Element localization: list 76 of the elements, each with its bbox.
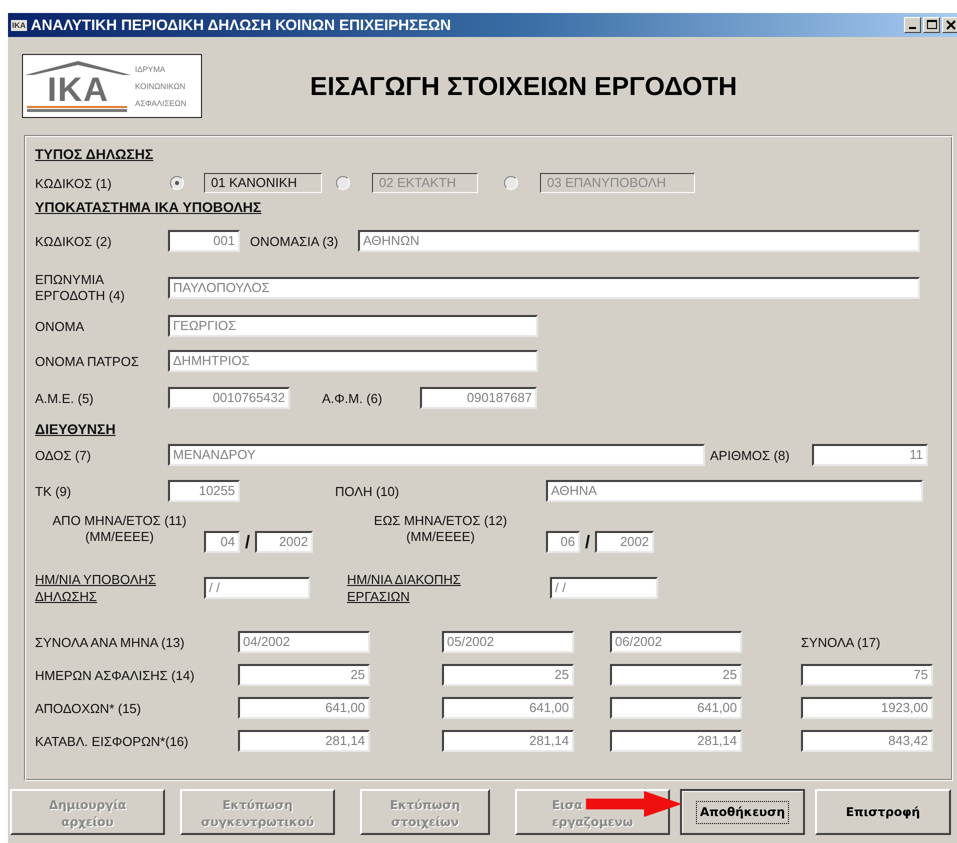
radio-button[interactable] <box>336 176 350 190</box>
value-field[interactable]: 281,14 <box>610 730 742 752</box>
total-field[interactable]: 75 <box>801 664 933 686</box>
field-label: ΟΝΟΜΑ ΠΑΤΡΟΣ <box>35 354 140 368</box>
first-name-field[interactable]: ΓΕΩΡΓΙΟΣ <box>168 315 538 337</box>
close-button[interactable] <box>942 17 957 33</box>
row-label: ΗΜΕΡΩΝ ΑΣΦΑΛΙΣΗΣ (14) <box>35 668 196 682</box>
section-title: ΤΥΠΟΣ ΔΗΛΩΣΗΣ <box>35 146 154 164</box>
section-title: ΔΙΕΥΘΥΝΣΗ <box>35 421 116 439</box>
field-label: ΟΝΟΜΑ <box>35 318 86 334</box>
postcode-field[interactable]: 10255 <box>168 480 240 502</box>
code-field[interactable]: 001 <box>168 230 240 252</box>
maximize-icon <box>926 20 936 30</box>
month-field[interactable]: 04 <box>204 531 240 553</box>
afm-field[interactable]: 090187687 <box>420 387 537 409</box>
page-heading: ΕΙΣΑΓΩΓΗ ΣΤΟΙΧΕΙΩΝ ΕΡΓΟΔΟΤΗ <box>310 70 737 102</box>
separator-text: / <box>584 532 591 553</box>
name-field[interactable]: ΑΘΗΝΩΝ <box>358 230 920 252</box>
action-button[interactable]: Αποθήκευση <box>680 789 805 835</box>
option-box: 03 ΕΠΑΝΥΠΟΒΟΛΗ <box>540 173 695 193</box>
value-field[interactable]: 641,00 <box>238 697 370 719</box>
value-field[interactable]: 281,14 <box>238 730 370 752</box>
separator-text: / <box>244 532 251 553</box>
row-label: ΑΠΟΔΟΧΩΝ* (15) <box>35 700 142 716</box>
year-field[interactable]: 2002 <box>595 531 654 553</box>
field-label: ΕΠΩΝΥΜΙΑ ΕΡΓΟΔΟΤΗ (4) <box>35 272 126 304</box>
month-field[interactable]: 06/2002 <box>610 631 742 653</box>
value-field[interactable]: 641,00 <box>610 697 742 719</box>
field-label: ΑΡΙΘΜΟΣ (8) <box>709 448 791 462</box>
value-field[interactable]: 641,00 <box>442 697 574 719</box>
city-field[interactable]: ΑΘΗΝΑ <box>546 480 923 502</box>
month-field[interactable]: 06 <box>546 531 580 553</box>
field-label: Α.Μ.Ε. (5) <box>35 390 95 406</box>
street-field[interactable]: ΜΕΝΑΝΔΡΟΥ <box>168 444 705 466</box>
date-field[interactable]: / / <box>550 577 658 599</box>
value-field[interactable]: 25 <box>610 664 742 686</box>
field-label: ΚΩΔΙΚΟΣ (2) <box>35 234 113 248</box>
field-label: ΗΜ/ΝΙΑ ΥΠΟΒΟΛΗΣ ΔΗΛΩΣΗΣ <box>35 571 157 605</box>
field-label: ΑΠΟ ΜΗΝΑ/ΕΤΟΣ (11) (ΜΜ/ΕΕΕΕ) <box>52 513 188 545</box>
close-icon <box>946 20 956 30</box>
date-field[interactable]: / / <box>204 577 310 599</box>
field-label: ΚΩΔΙΚΟΣ (1) <box>35 176 113 190</box>
minimize-button[interactable] <box>904 17 921 33</box>
section-title: ΥΠΟΚΑΤΑΣΤΗΜΑ ΙΚΑ ΥΠΟΒΟΛΗΣ <box>35 199 262 217</box>
field-label: ΟΝΟΜΑΣΙΑ (3) <box>249 234 340 248</box>
option-box: 01 ΚΑΝΟΝΙΚΗ <box>204 173 322 193</box>
row-label: ΣΥΝΟΛΑ ΑΝΑ ΜΗΝΑ (13) <box>35 634 186 650</box>
value-field[interactable]: 25 <box>442 664 574 686</box>
logo: IKA ΙΔΡΥΜΑ ΚΟΙΝΩΝΙΚΩΝ ΑΣΦΑΛΙΣΕΩΝ <box>22 54 202 118</box>
month-field[interactable]: 05/2002 <box>442 631 574 653</box>
month-field[interactable]: 04/2002 <box>238 631 370 653</box>
option-box: 02 ΕΚΤΑΚΤΗ <box>372 173 478 193</box>
father-name-field[interactable]: ΔΗΜΗΤΡΙΟΣ <box>168 350 538 372</box>
field-label: ΗΜ/ΝΙΑ ΔΙΑΚΟΠΗΣ ΕΡΓΑΣΙΩΝ <box>346 571 462 605</box>
column-heading: ΣΥΝΟΛΑ (17) <box>801 634 882 650</box>
app-icon: IKA <box>11 20 27 30</box>
action-button[interactable]: Επιστροφή <box>815 789 951 835</box>
number-field[interactable]: 11 <box>812 444 928 466</box>
row-label: ΚΑΤΑΒΛ. ΕΙΣΦΟΡΩΝ*(16) <box>35 734 190 748</box>
field-label: ΟΔΟΣ (7) <box>35 448 92 462</box>
year-field[interactable]: 2002 <box>255 531 313 553</box>
radio-button[interactable] <box>504 176 518 190</box>
field-label: ΤΚ (9) <box>35 484 72 498</box>
minimize-icon <box>909 27 916 29</box>
surname-field[interactable]: ΠΑΥΛΟΠΟΥΛΟΣ <box>168 277 920 299</box>
maximize-button[interactable] <box>923 17 940 33</box>
window-title: ΑΝΑΛΥΤΙΚΗ ΠΕΡΙΟΔΙΚΗ ΔΗΛΩΣΗ ΚΟΙΝΩΝ ΕΠΙΧΕΙΡΗΣΕΩΝ <box>30 16 451 34</box>
radio-button[interactable] <box>170 176 184 190</box>
value-field[interactable]: 281,14 <box>442 730 574 752</box>
field-label: ΕΩΣ ΜΗΝΑ/ΕΤΟΣ (12) (ΜΜ/ΕΕΕΕ) <box>372 513 508 545</box>
total-field[interactable]: 843,42 <box>801 730 933 752</box>
field-label: Α.Φ.Μ. (6) <box>321 390 384 406</box>
value-field[interactable]: 25 <box>238 664 370 686</box>
ame-field[interactable]: 0010765432 <box>168 387 290 409</box>
field-label: ΠΟΛΗ (10) <box>334 484 400 498</box>
total-field[interactable]: 1923,00 <box>801 697 933 719</box>
